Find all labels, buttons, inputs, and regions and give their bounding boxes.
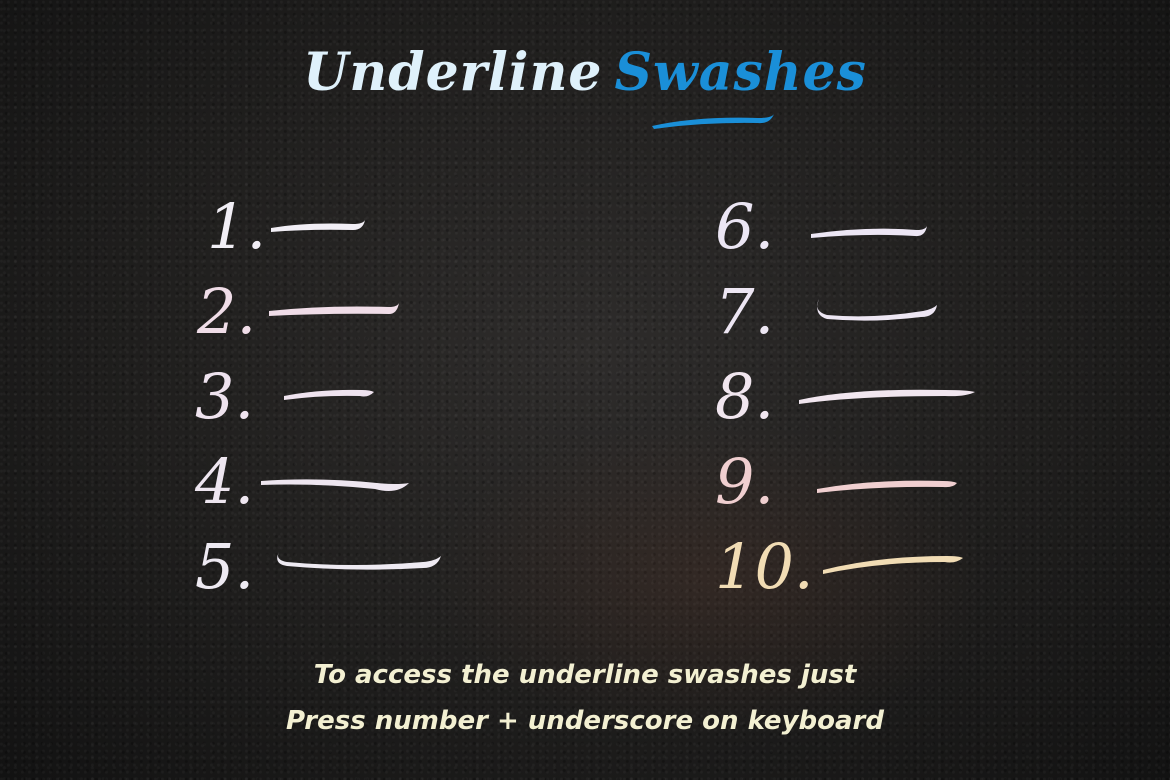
list-item: 1. xyxy=(195,190,455,270)
list-item: 5. xyxy=(195,530,455,610)
swash-number: 7. xyxy=(715,275,775,348)
title-word-swashes: Swashes xyxy=(614,42,867,103)
page-title: Underline Swashes xyxy=(0,42,1170,103)
swash-2 xyxy=(269,303,399,316)
swash-9 xyxy=(817,480,957,493)
swash-4 xyxy=(261,479,409,491)
list-item: 6. xyxy=(715,190,1015,270)
list-item: 9. xyxy=(715,445,1015,525)
caption-line-2: Press number + underscore on keyboard xyxy=(286,706,884,736)
swash-number: 5. xyxy=(195,530,255,603)
list-item: 8. xyxy=(715,360,1015,440)
swash-8 xyxy=(799,389,975,404)
swash-number: 8. xyxy=(715,360,775,433)
title-underline-swash xyxy=(652,114,774,129)
list-item: 3. xyxy=(195,360,455,440)
swash-number: 2. xyxy=(197,275,257,348)
swash-6 xyxy=(811,226,927,238)
list-item: 2. xyxy=(195,275,455,355)
swash-7 xyxy=(817,299,937,321)
swash-number: 4. xyxy=(195,445,255,518)
swash-number: 10. xyxy=(715,530,814,603)
swash-10 xyxy=(823,556,963,574)
swash-number: 1. xyxy=(207,190,267,263)
list-item: 7. xyxy=(715,275,1015,355)
caption-line-1: To access the underline swashes just xyxy=(313,660,857,690)
swash-number: 6. xyxy=(715,190,775,263)
swash-number: 9. xyxy=(715,445,775,518)
title-word-underline: Underline xyxy=(303,42,603,103)
swash-1 xyxy=(271,220,365,232)
swash-5 xyxy=(277,552,441,570)
swash-number: 3. xyxy=(195,360,255,433)
swash-3 xyxy=(284,389,374,400)
list-item: 4. xyxy=(195,445,455,525)
list-item: 10. xyxy=(715,530,1015,610)
